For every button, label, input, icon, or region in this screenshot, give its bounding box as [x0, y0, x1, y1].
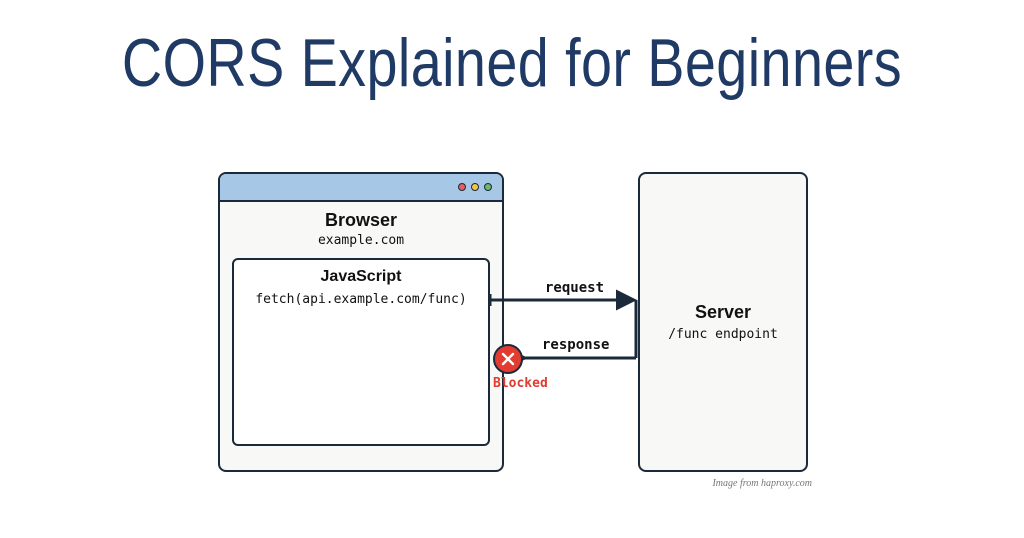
- diagram-stage: CORS Explained for Beginners Browser exa…: [0, 0, 1024, 538]
- javascript-label: JavaScript: [244, 268, 478, 286]
- browser-domain: example.com: [232, 233, 490, 248]
- blocked-label: Blocked: [493, 376, 548, 391]
- blocked-icon: [493, 344, 523, 374]
- request-label: request: [545, 280, 604, 296]
- server-label: Server: [695, 302, 751, 323]
- image-credit: Image from haproxy.com: [712, 478, 812, 489]
- javascript-code: fetch(api.example.com/func): [244, 292, 478, 307]
- window-close-icon: [458, 183, 466, 191]
- page-title: CORS Explained for Beginners: [92, 24, 932, 102]
- server-box: Server /func endpoint: [638, 172, 808, 472]
- browser-titlebar: [220, 174, 502, 202]
- response-label: response: [542, 337, 609, 353]
- javascript-box: JavaScript fetch(api.example.com/func): [232, 258, 490, 446]
- window-maximize-icon: [484, 183, 492, 191]
- browser-body: Browser example.com JavaScript fetch(api…: [220, 202, 502, 458]
- browser-label: Browser: [232, 210, 490, 231]
- browser-window: Browser example.com JavaScript fetch(api…: [218, 172, 504, 472]
- window-minimize-icon: [471, 183, 479, 191]
- server-endpoint: /func endpoint: [668, 327, 778, 342]
